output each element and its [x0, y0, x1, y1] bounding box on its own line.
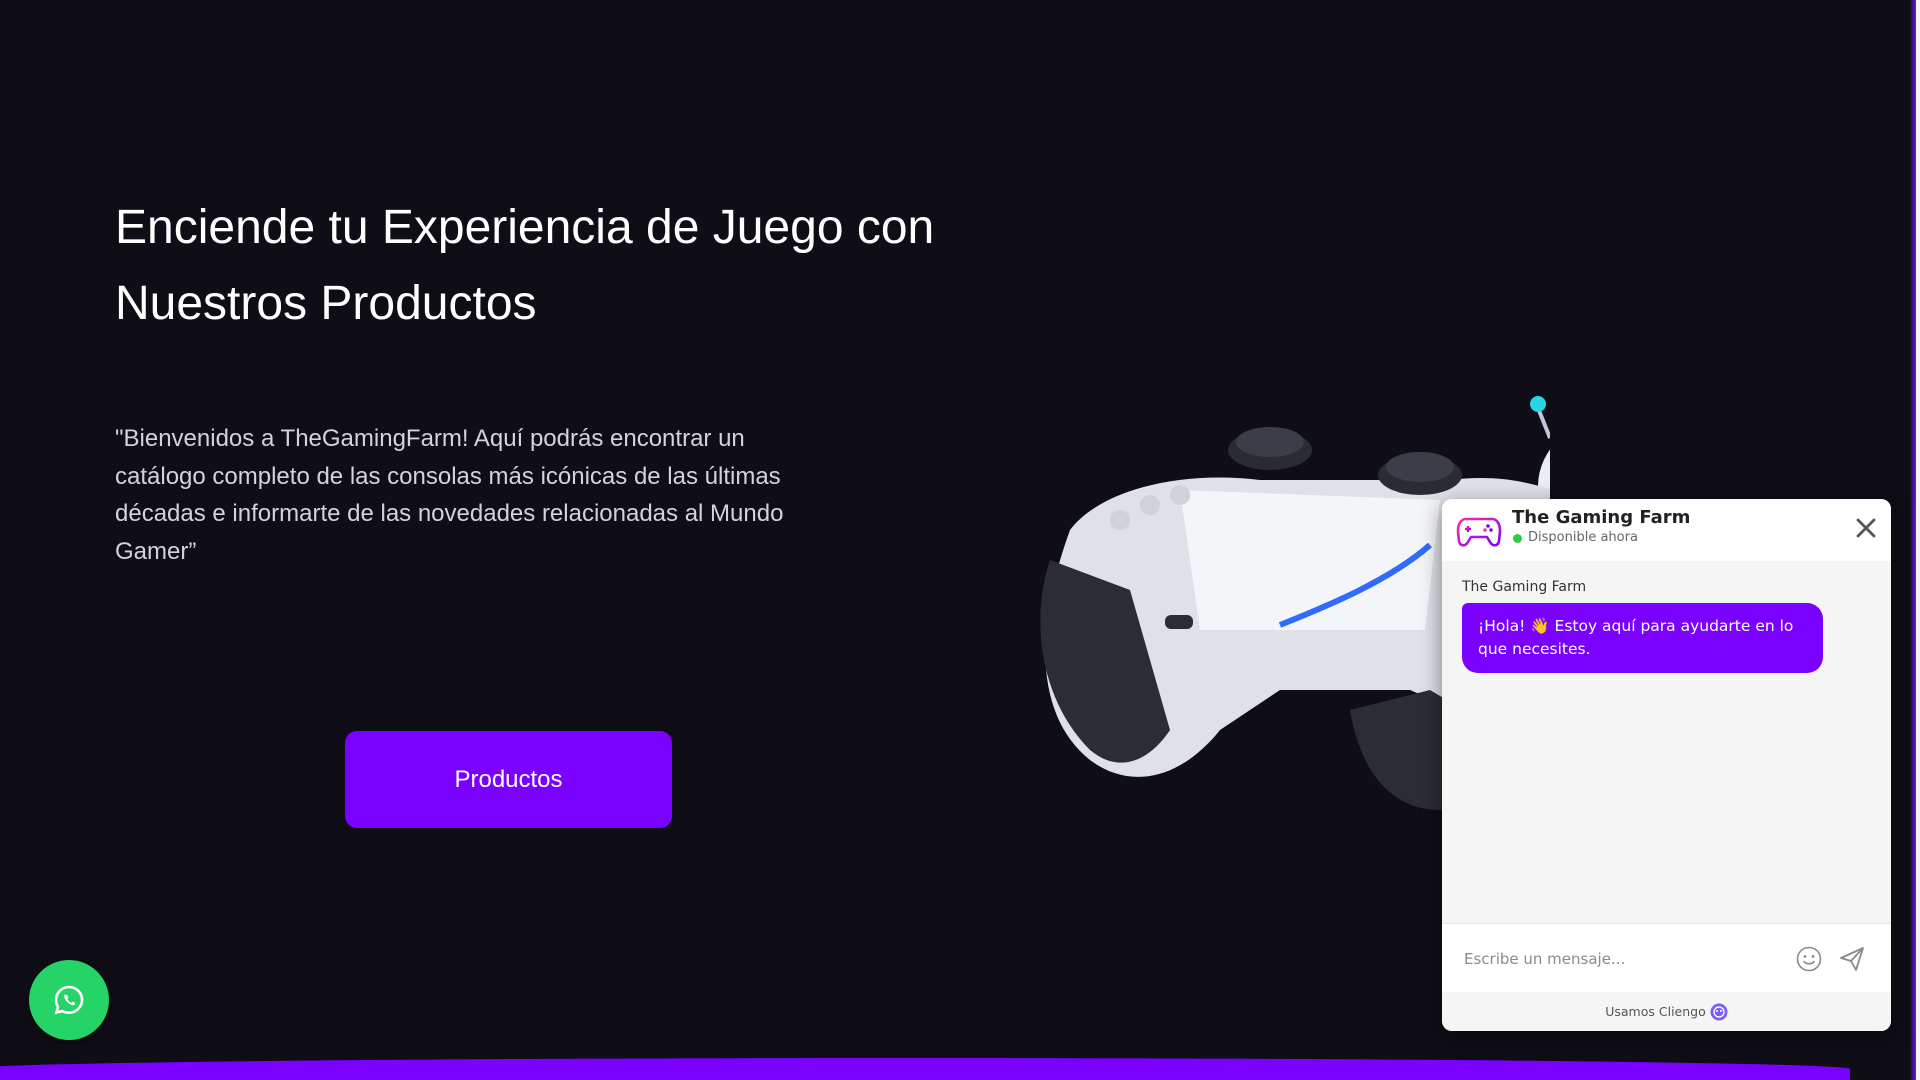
whatsapp-button[interactable] [29, 960, 109, 1040]
hero-title: Enciende tu Experiencia de Juego con Nue… [115, 201, 935, 330]
chat-widget: The Gaming Farm Disponible ahora The Gam… [1442, 499, 1891, 1031]
chat-composer [1442, 923, 1891, 992]
chat-header: The Gaming Farm Disponible ahora [1442, 499, 1891, 561]
chat-status: Disponible ahora [1528, 530, 1638, 545]
send-icon[interactable] [1837, 944, 1867, 974]
emoji-icon[interactable] [1795, 945, 1823, 973]
online-status-dot [1513, 534, 1522, 543]
powered-by-text[interactable]: Usamos Cliengo [1605, 1004, 1706, 1019]
message-sender: The Gaming Farm [1462, 579, 1587, 595]
products-button[interactable]: Productos [345, 731, 672, 828]
right-edge-strip [1916, 0, 1920, 1080]
gamepad-logo-icon [1456, 517, 1502, 547]
chat-brand-name: The Gaming Farm [1512, 507, 1691, 528]
message-input[interactable] [1462, 942, 1766, 976]
whatsapp-icon [54, 985, 84, 1015]
bottom-wave-decoration [0, 1058, 1850, 1080]
cliengo-logo-icon [1710, 1003, 1728, 1020]
chat-footer: Usamos Cliengo [1442, 992, 1891, 1031]
greeting-message: ¡Hola! 👋 Estoy aquí para ayudarte en lo … [1462, 603, 1823, 673]
hero-description: "Bienvenidos a TheGamingFarm! Aquí podrá… [115, 425, 784, 565]
close-icon[interactable] [1851, 513, 1881, 543]
